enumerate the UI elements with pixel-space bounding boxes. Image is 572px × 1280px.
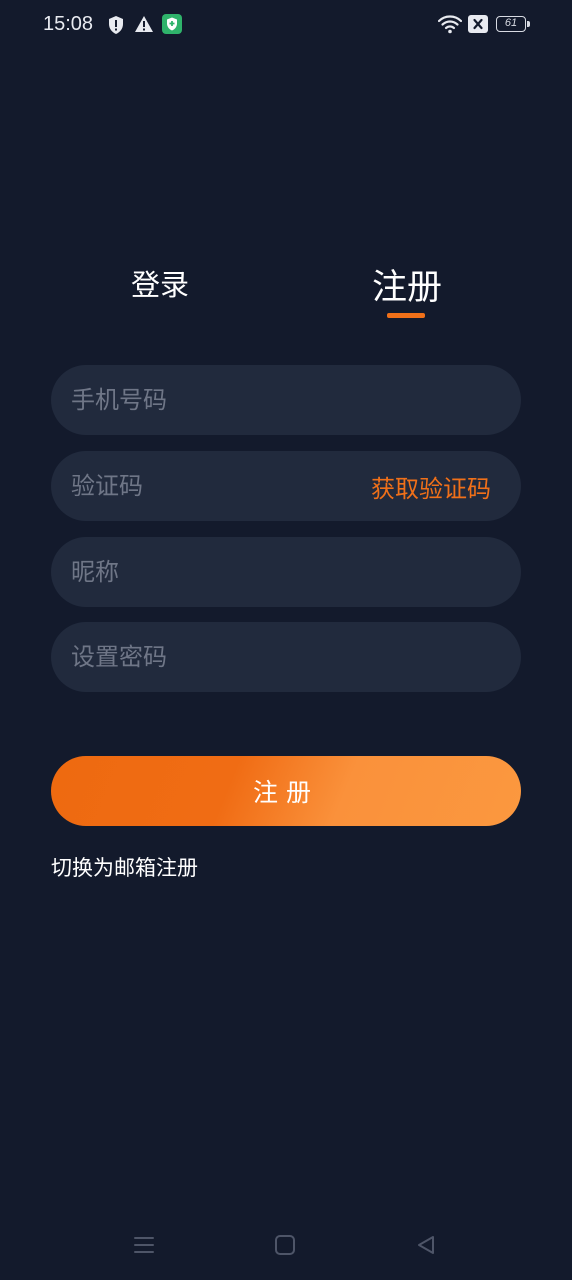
- back-icon[interactable]: [411, 1230, 441, 1260]
- home-icon[interactable]: [270, 1230, 300, 1260]
- password-field-container: [51, 622, 521, 692]
- get-code-button[interactable]: 获取验证码: [371, 469, 491, 504]
- no-sim-icon: [468, 15, 488, 33]
- shield-alert-icon: [107, 15, 125, 35]
- code-field-container: 获取验证码: [51, 451, 521, 521]
- status-time: 15:08: [43, 13, 94, 35]
- active-tab-indicator: [387, 313, 425, 318]
- status-bar: 15:08 61: [0, 0, 572, 52]
- menu-icon[interactable]: [129, 1230, 159, 1260]
- wifi-icon: [438, 14, 462, 34]
- battery-icon: 61: [496, 16, 530, 32]
- nickname-field-container: [51, 537, 521, 607]
- warning-icon: [134, 15, 154, 33]
- vpn-shield-icon: [162, 14, 182, 34]
- password-input[interactable]: [51, 622, 521, 692]
- tab-register[interactable]: 注册: [372, 259, 442, 310]
- phone-field-container: [51, 365, 521, 435]
- phone-input[interactable]: [51, 365, 521, 435]
- register-screen: 15:08 61 登录 注册 手机号码 验证码 获取验证码 昵称 注册 切换为邮…: [0, 0, 572, 1280]
- tab-login[interactable]: 登录: [131, 262, 189, 304]
- verification-code-input[interactable]: [51, 451, 371, 521]
- register-submit-button[interactable]: 注册: [51, 756, 521, 826]
- nickname-input[interactable]: [51, 537, 521, 607]
- switch-to-email-register-link[interactable]: 切换为邮箱注册: [51, 852, 198, 882]
